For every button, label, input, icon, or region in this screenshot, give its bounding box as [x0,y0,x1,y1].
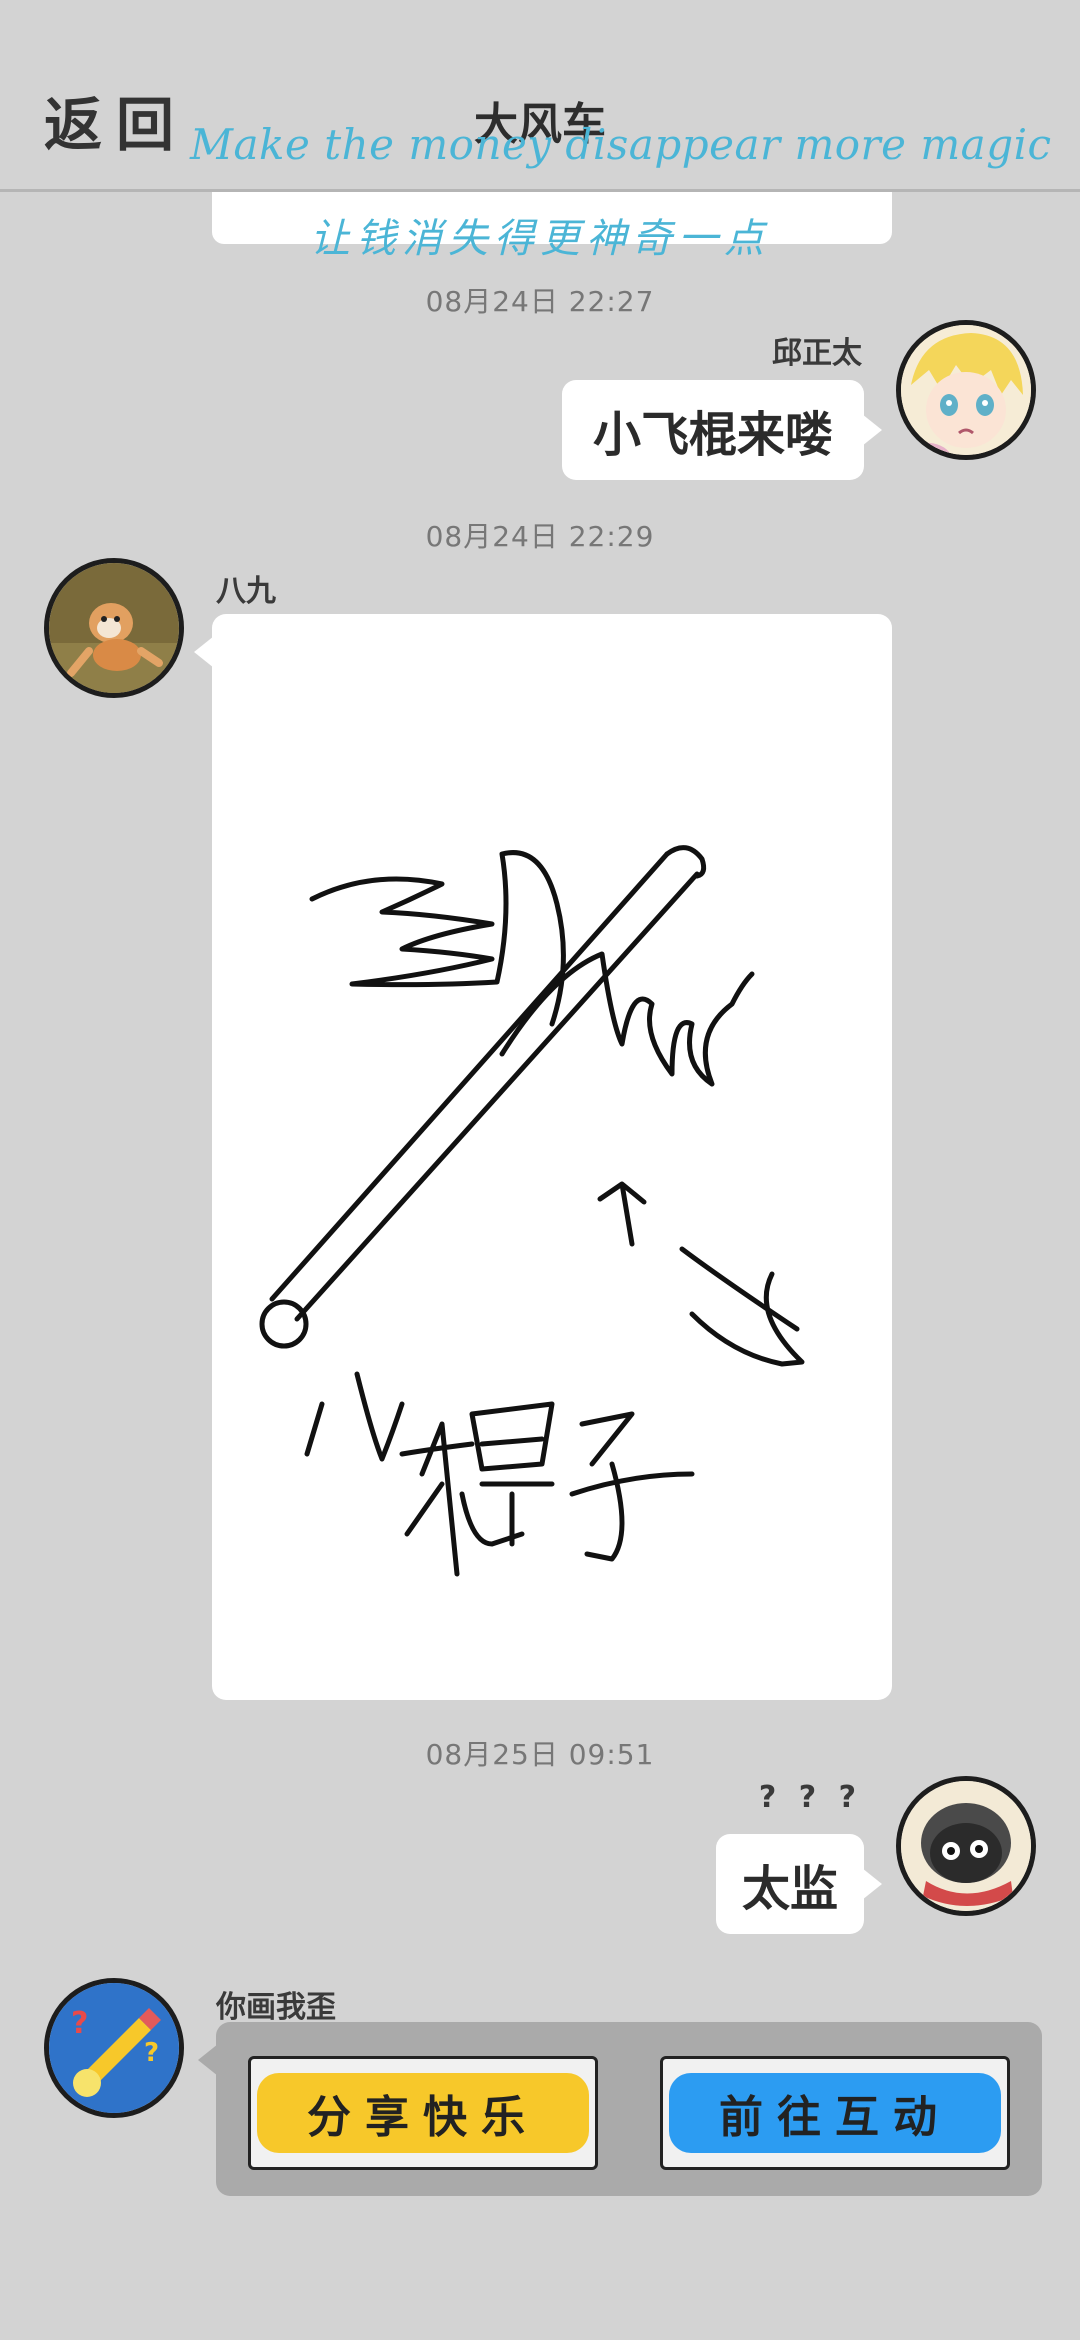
watermark-english: Make the money disappear more magic [190,120,1052,169]
sender-name: 你画我歪 [216,1990,336,2025]
avatar[interactable] [896,1776,1036,1916]
drawing-message[interactable] [194,614,892,1700]
header-bar: 返回 大风车 Make the money disappear more mag… [0,0,1080,192]
avatar[interactable]: ? ? [44,1978,184,2118]
message-text: 小飞棍来喽 [592,407,833,463]
message-bubble[interactable]: 小飞棍来喽 [562,380,882,480]
dog-avatar-image [49,563,179,693]
game-invite-card: 分享快乐 前往互动 [198,2022,1042,2196]
timestamp: 08月24日 22:29 [425,520,655,553]
svg-text:?: ? [144,2038,159,2068]
watermark-chinese: 让钱消失得更神奇一点 [310,216,770,262]
game-logo-avatar: ? ? [49,1983,179,2113]
sender-name: 邱正太 [772,336,862,371]
anime-avatar-image [901,325,1031,455]
share-joy-button[interactable]: 分享快乐 [248,2056,598,2170]
sender-name: 八九 [216,574,276,609]
message-text: 太监 [741,1861,838,1917]
avatar[interactable] [896,320,1036,460]
sender-name: ? ? ? [758,1780,862,1815]
message-bubble[interactable]: 太监 [716,1834,882,1934]
avatar[interactable] [44,558,184,698]
go-interact-button[interactable]: 前往互动 [660,2056,1010,2170]
sketch-flying-stick [259,845,805,1577]
button-label: 分享快乐 [307,2092,539,2143]
svg-text:?: ? [71,2006,88,2041]
cartoon-avatar-image [901,1781,1031,1911]
timestamp: 08月25日 09:51 [425,1738,655,1771]
timestamp: 08月24日 22:27 [425,285,655,318]
button-label: 前往互动 [719,2092,951,2143]
